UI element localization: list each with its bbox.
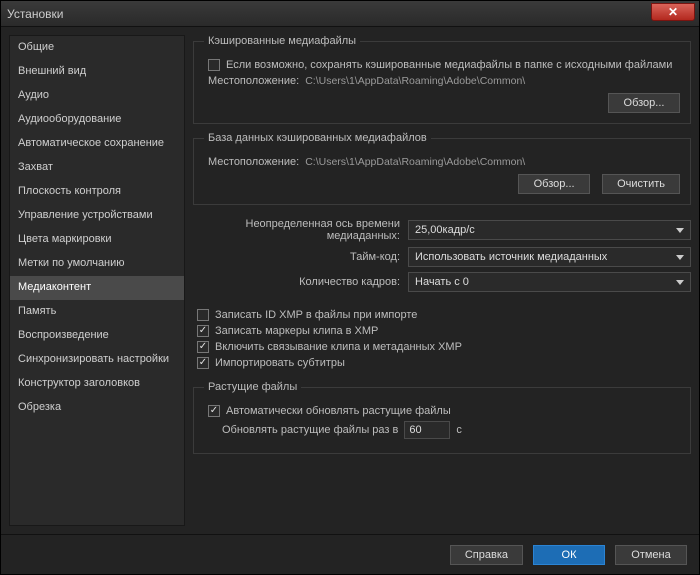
form-section: Неопределенная ось времени медиаданных: … (193, 213, 691, 297)
sidebar-item[interactable]: Конструктор заголовков (10, 372, 184, 396)
chevron-down-icon (676, 255, 684, 260)
sidebar-item[interactable]: Управление устройствами (10, 204, 184, 228)
titlebar: Установки ✕ (1, 1, 699, 27)
import-subtitles-checkbox[interactable] (197, 357, 209, 369)
refresh-interval-prefix: Обновлять растущие файлы раз в (222, 424, 398, 436)
write-clip-markers-label: Записать маркеры клипа в XMP (215, 325, 378, 337)
sidebar-item[interactable]: Плоскость контроля (10, 180, 184, 204)
sidebar-item[interactable]: Автоматическое сохранение (10, 132, 184, 156)
import-subtitles-label: Импортировать субтитры (215, 357, 345, 369)
ok-button[interactable]: ОК (533, 545, 605, 565)
sidebar-item[interactable]: Общие (10, 36, 184, 60)
chevron-down-icon (676, 228, 684, 233)
cancel-button[interactable]: Отмена (615, 545, 687, 565)
settings-main: Кэшированные медиафайлы Если возможно, с… (193, 35, 691, 526)
link-clip-metadata-checkbox[interactable] (197, 341, 209, 353)
timebase-value: 25,00кадр/с (415, 224, 475, 236)
sidebar-item[interactable]: Медиаконтент (10, 276, 184, 300)
timecode-value: Использовать источник медиаданных (415, 251, 607, 263)
auto-refresh-growing-label: Автоматически обновлять растущие файлы (226, 405, 451, 417)
save-with-source-checkbox[interactable] (208, 59, 220, 71)
window-body: ОбщиеВнешний видАудиоАудиооборудованиеАв… (1, 27, 699, 534)
cached-media-group: Кэшированные медиафайлы Если возможно, с… (193, 35, 691, 124)
category-sidebar: ОбщиеВнешний видАудиоАудиооборудованиеАв… (9, 35, 185, 526)
help-button[interactable]: Справка (450, 545, 523, 565)
growing-files-group: Растущие файлы Автоматически обновлять р… (193, 381, 691, 454)
checkbox-section: Записать ID XMP в файлы при импорте Запи… (193, 305, 691, 373)
save-with-source-label: Если возможно, сохранять кэшированные ме… (226, 59, 672, 71)
cache-browse-button[interactable]: Обзор... (608, 93, 680, 113)
sidebar-item[interactable]: Захват (10, 156, 184, 180)
cache-location-value: C:\Users\1\AppData\Roaming\Adobe\Common\ (305, 75, 525, 87)
db-location-value: C:\Users\1\AppData\Roaming\Adobe\Common\ (305, 156, 525, 168)
sidebar-item[interactable]: Внешний вид (10, 60, 184, 84)
sidebar-item[interactable]: Метки по умолчанию (10, 252, 184, 276)
close-button[interactable]: ✕ (651, 3, 695, 21)
db-browse-button[interactable]: Обзор... (518, 174, 590, 194)
cache-db-legend: База данных кэшированных медиафайлов (204, 132, 431, 144)
db-clean-button[interactable]: Очистить (602, 174, 680, 194)
timecode-select[interactable]: Использовать источник медиаданных (408, 247, 691, 267)
timebase-label: Неопределенная ось времени медиаданных: (193, 218, 408, 242)
chevron-down-icon (676, 280, 684, 285)
refresh-interval-input[interactable]: 60 (404, 421, 450, 439)
sidebar-item[interactable]: Цвета маркировки (10, 228, 184, 252)
sidebar-item[interactable]: Воспроизведение (10, 324, 184, 348)
framecount-select[interactable]: Начать с 0 (408, 272, 691, 292)
write-xmp-id-checkbox[interactable] (197, 309, 209, 321)
sidebar-item[interactable]: Аудио (10, 84, 184, 108)
sidebar-item[interactable]: Обрезка (10, 396, 184, 420)
auto-refresh-growing-checkbox[interactable] (208, 405, 220, 417)
refresh-interval-suffix: с (456, 424, 462, 436)
preferences-window: Установки ✕ ОбщиеВнешний видАудиоАудиооб… (0, 0, 700, 575)
timecode-label: Тайм-код: (193, 251, 408, 263)
close-icon: ✕ (668, 5, 678, 19)
cache-db-group: База данных кэшированных медиафайлов Мес… (193, 132, 691, 205)
write-clip-markers-checkbox[interactable] (197, 325, 209, 337)
link-clip-metadata-label: Включить связывание клипа и метаданных X… (215, 341, 462, 353)
cache-location-label: Местоположение: (208, 75, 299, 87)
growing-files-legend: Растущие файлы (204, 381, 301, 393)
sidebar-item[interactable]: Память (10, 300, 184, 324)
timebase-select[interactable]: 25,00кадр/с (408, 220, 691, 240)
dialog-footer: Справка ОК Отмена (1, 534, 699, 574)
window-title: Установки (7, 7, 63, 21)
write-xmp-id-label: Записать ID XMP в файлы при импорте (215, 309, 417, 321)
cached-media-legend: Кэшированные медиафайлы (204, 35, 360, 47)
db-location-label: Местоположение: (208, 156, 299, 168)
framecount-label: Количество кадров: (193, 276, 408, 288)
framecount-value: Начать с 0 (415, 276, 469, 288)
sidebar-item[interactable]: Аудиооборудование (10, 108, 184, 132)
sidebar-item[interactable]: Синхронизировать настройки (10, 348, 184, 372)
